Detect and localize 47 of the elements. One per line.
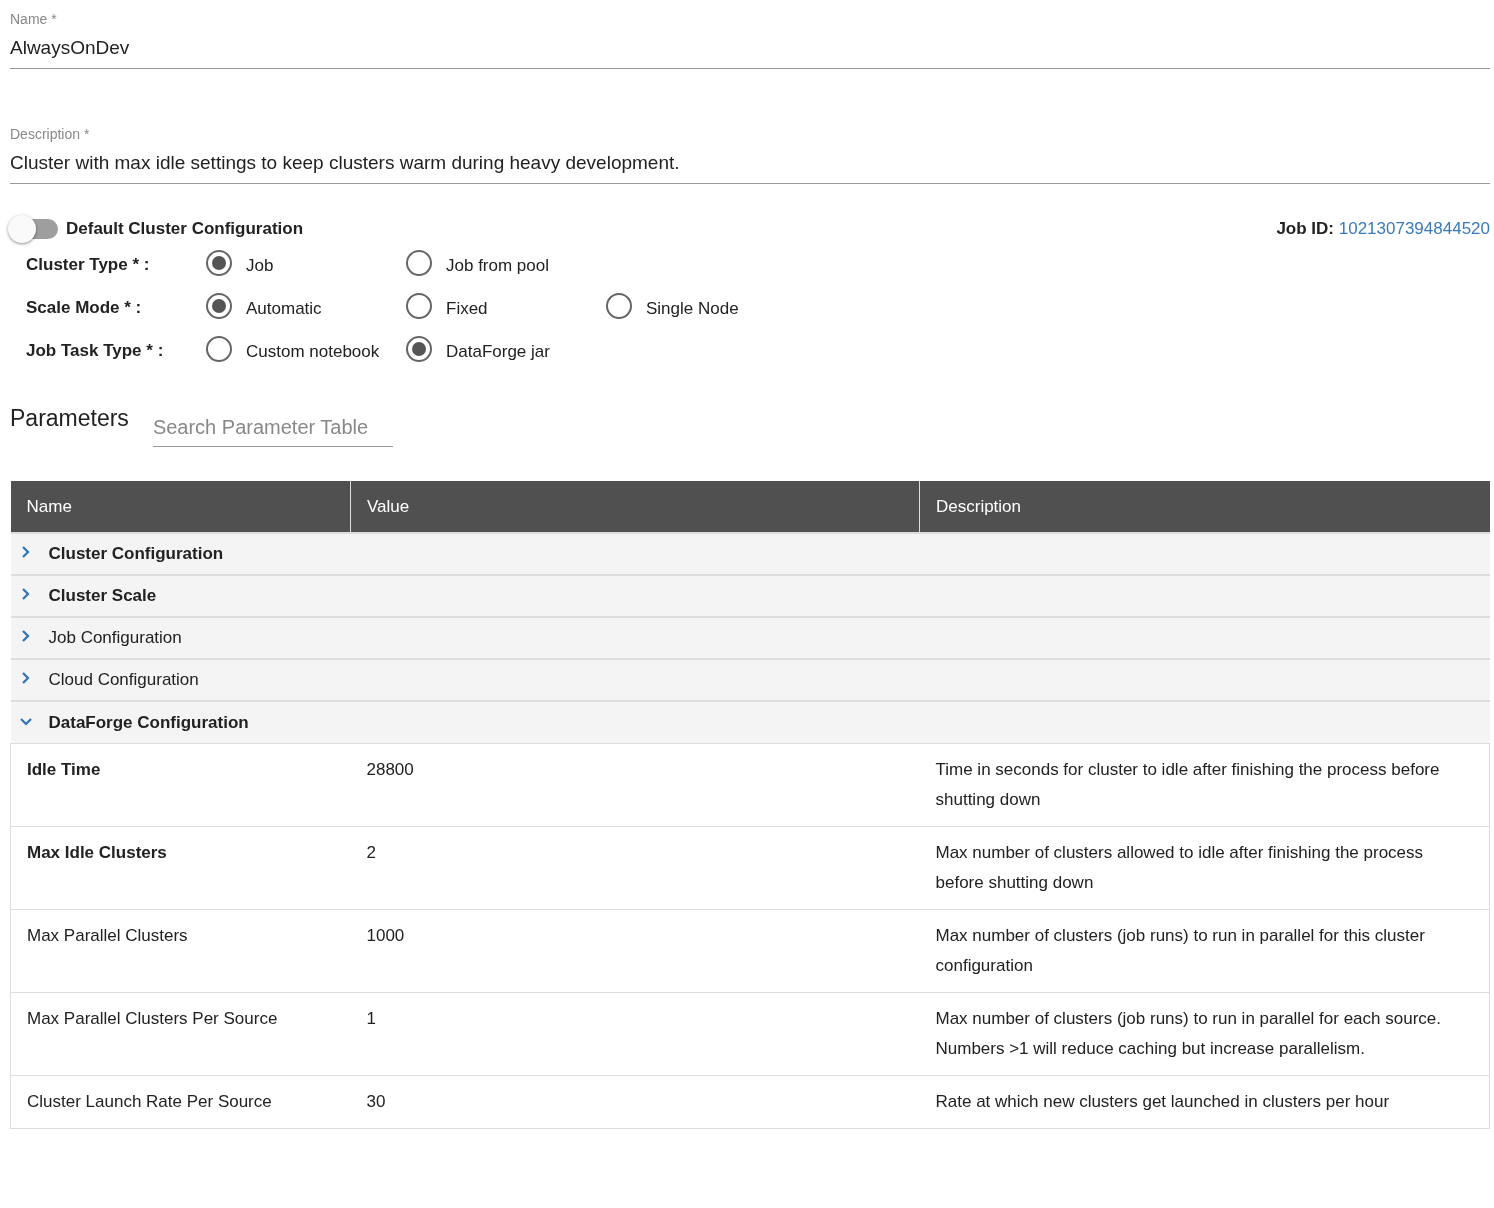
table-cell: Rate at which new clusters get launched in clusters per hour xyxy=(919,1075,1490,1128)
toggle-label: Default Cluster Configuration xyxy=(66,218,304,240)
table-cell: 1 xyxy=(350,992,920,1075)
table-cell: Max Idle Clusters xyxy=(10,826,351,909)
radio-label: Custom notebook xyxy=(246,340,381,363)
table-cell: Max number of clusters allowed to idle after finishing the process before shutting down xyxy=(919,826,1490,909)
radio-label: Automatic xyxy=(246,297,323,320)
table-cell: Max Parallel Clusters xyxy=(10,909,351,992)
radio-button[interactable] xyxy=(406,249,432,276)
text-field[interactable]: Cluster with max idle settings to keep clusters warm during heavy development. xyxy=(10,146,1490,184)
text-field[interactable]: AlwaysOnDev xyxy=(10,31,1490,69)
radio-button[interactable] xyxy=(206,249,232,276)
column-header: Value xyxy=(350,481,920,533)
radio-label: Job xyxy=(246,254,275,277)
group-name[interactable]: Cluster Configuration xyxy=(48,544,224,564)
group-name[interactable]: Cluster Scale xyxy=(48,586,157,606)
radio-button[interactable] xyxy=(606,292,632,319)
radio-label: Single Node xyxy=(646,297,740,320)
section-title: Parameters xyxy=(10,403,129,433)
table-cell: Max number of clusters (job runs) to run in parallel for this cluster configuration xyxy=(919,909,1490,992)
column-header: Name xyxy=(10,481,351,533)
group-name[interactable]: Job Configuration xyxy=(48,628,182,648)
radio-group-label: Scale Mode * : xyxy=(25,296,143,319)
radio-group-label: Cluster Type * : xyxy=(25,253,151,276)
radio-label: Job from pool xyxy=(446,254,550,277)
table-cell: 30 xyxy=(350,1075,920,1128)
field-label: Description * xyxy=(10,125,90,144)
column-header: Description xyxy=(919,481,1490,533)
table-cell: 2 xyxy=(350,826,920,909)
table-cell: 1000 xyxy=(350,909,920,992)
radio-button[interactable] xyxy=(406,292,432,319)
group-name[interactable]: Cloud Configuration xyxy=(48,670,199,690)
table-cell: Time in seconds for cluster to idle after finishing the process before shutting down xyxy=(919,743,1490,826)
table-cell: Max Parallel Clusters Per Source xyxy=(10,992,351,1075)
radio-label: Fixed xyxy=(446,297,489,320)
field-label: Name * xyxy=(10,10,57,29)
table-cell: Max number of clusters (job runs) to run in parallel for each source. Numbers >1 will reduce caching but increase parallelism. xyxy=(919,992,1490,1075)
radio-button[interactable] xyxy=(206,335,232,362)
job-id-text: Job ID: 1021307394844520 xyxy=(1276,218,1490,240)
group-name[interactable]: DataForge Configuration xyxy=(48,712,249,732)
table-cell: 28800 xyxy=(350,743,920,826)
table-cell: Idle Time xyxy=(10,743,351,826)
radio-group-label: Job Task Type * : xyxy=(25,339,165,362)
radio-button[interactable] xyxy=(406,335,432,362)
radio-label: DataForge jar xyxy=(446,340,551,363)
radio-button[interactable] xyxy=(206,292,232,319)
table-cell: Cluster Launch Rate Per Source xyxy=(10,1075,351,1128)
